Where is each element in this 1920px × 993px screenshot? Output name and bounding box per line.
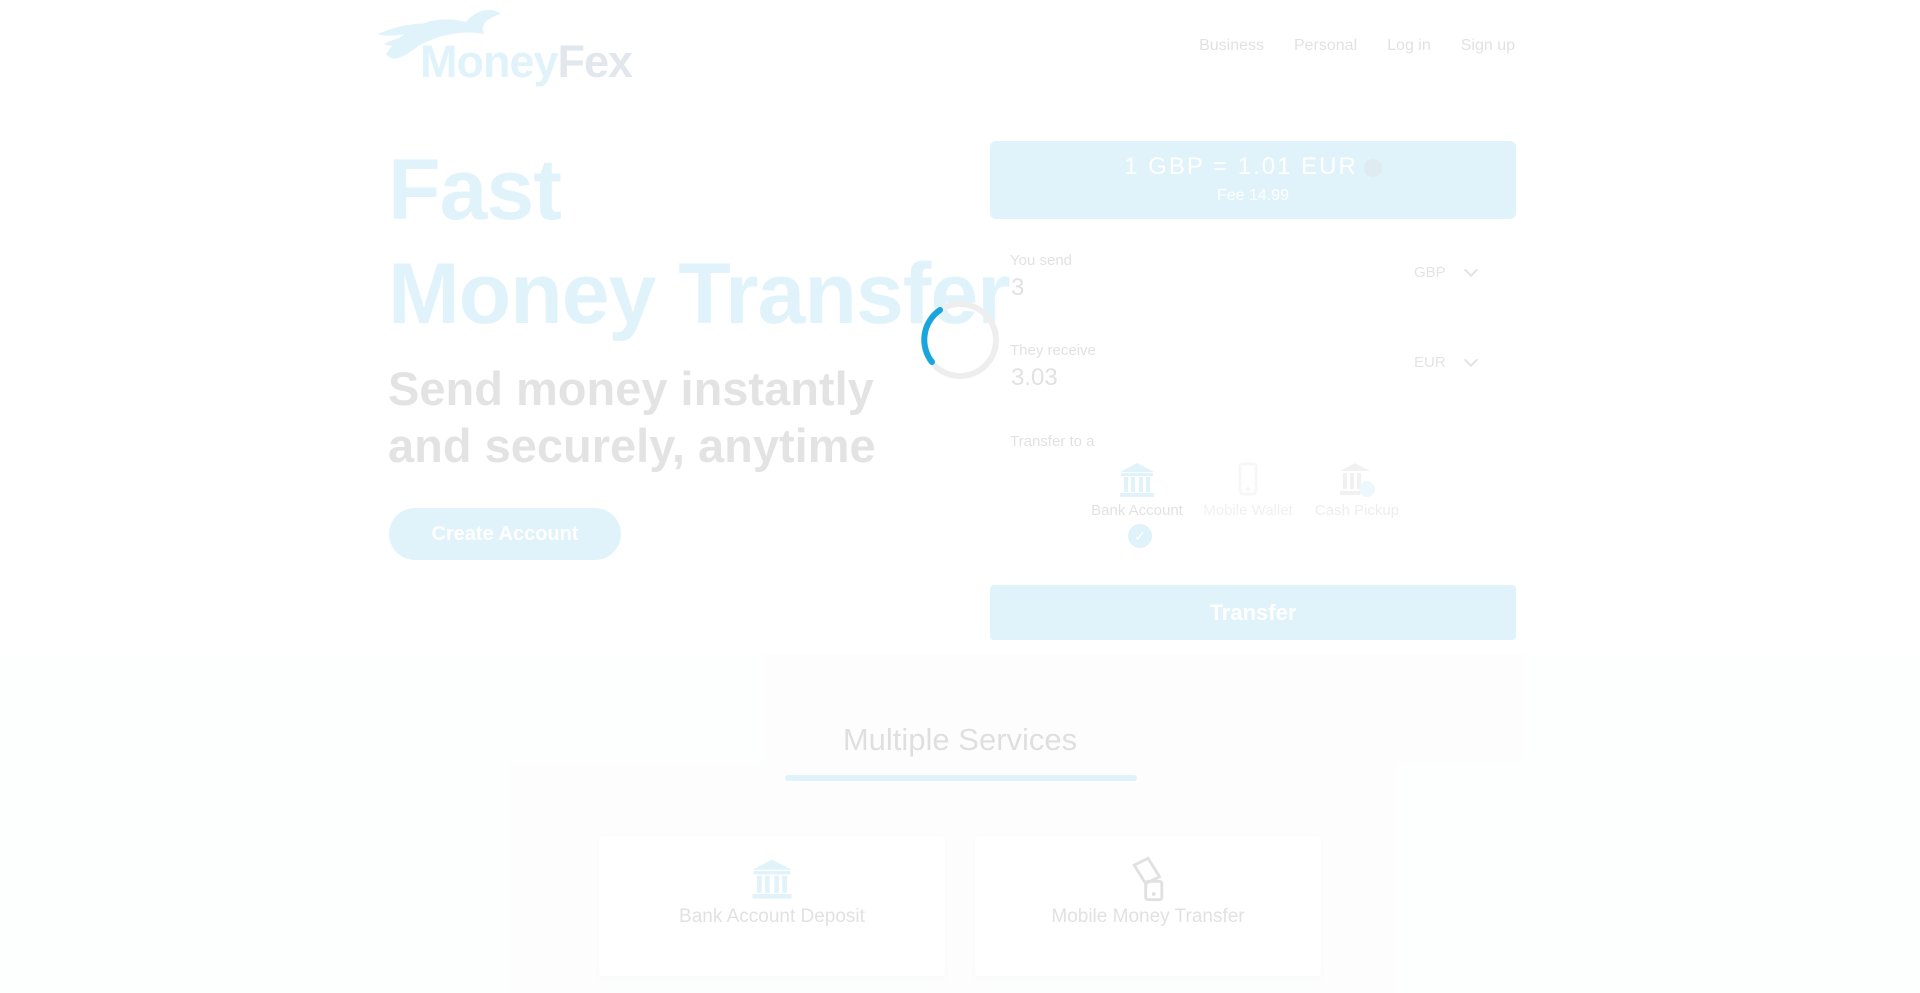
nav-business[interactable]: Business [1199,37,1264,55]
exchange-rate: 1 GBP = 1.01 EUR [990,153,1516,181]
service-card-label: Mobile Money Transfer [1051,906,1245,927]
top-nav: Business Personal Log in Sign up [1199,37,1515,55]
service-card-mobile-money[interactable]: Mobile Money Transfer [975,836,1321,976]
hero-title-line2: Money Transfer [388,246,1011,342]
brand-wordmark[interactable]: MoneyFex [420,36,634,88]
brand-fex: Fex [557,36,634,87]
service-card-bank-deposit[interactable]: Bank Account Deposit [599,836,945,976]
option-cash-pickup[interactable]: Cash Pickup [1297,460,1417,519]
receive-amount-input[interactable]: 3.03 [1011,364,1058,392]
mobile-wallet-icon [1238,462,1258,496]
fee-text: Fee 14.99 [1216,187,1290,204]
nav-signup[interactable]: Sign up [1461,37,1515,55]
brand-money: Money [420,36,559,87]
services-underline [785,775,1137,781]
mobile-money-icon [1132,856,1164,902]
cash-pickup-icon [1340,463,1375,497]
option-mobile-wallet[interactable]: Mobile Wallet [1188,460,1308,519]
hero-subtitle: Send money instantly and securely, anyti… [388,362,876,472]
transfer-button[interactable]: Transfer [990,585,1516,640]
option-bank-account[interactable]: Bank Account [1077,460,1197,519]
transfer-to-label: Transfer to a [1010,433,1095,450]
bank-icon [1120,463,1154,497]
send-label: You send [1010,252,1073,269]
chevron-down-icon[interactable] [1463,352,1479,368]
loading-spinner-icon [921,301,999,379]
service-card-label: Bank Account Deposit [679,906,865,927]
receive-label: They receive [1010,342,1096,359]
page-content: MoneyFex Business Personal Log in Sign u… [0,0,1920,993]
send-amount-input[interactable]: 3 [1011,274,1024,302]
nav-personal[interactable]: Personal [1294,37,1357,55]
checkmark-icon: ✓ [1128,524,1152,548]
option-label: Mobile Wallet [1203,502,1293,519]
services-title: Multiple Services [842,722,1078,757]
services-section [0,655,1920,993]
hero-title-line1: Fast [388,142,562,238]
hero-title: Fast Money Transfer [388,138,1011,346]
create-account-button[interactable]: Create Account [389,508,621,560]
receive-currency-select[interactable]: EUR [1414,354,1446,371]
exchange-rate-box: 1 GBP = 1.01 EUR Fee 14.99 [990,141,1516,219]
option-label: Cash Pickup [1314,502,1400,519]
chevron-down-icon[interactable] [1463,262,1479,278]
exchange-rate-text: 1 GBP = 1.01 EUR [1124,153,1358,180]
bank-icon [752,859,792,899]
nav-login[interactable]: Log in [1387,37,1431,55]
info-icon[interactable] [1363,158,1382,177]
send-currency-select[interactable]: GBP [1414,264,1446,281]
option-label: Bank Account [1091,502,1183,519]
